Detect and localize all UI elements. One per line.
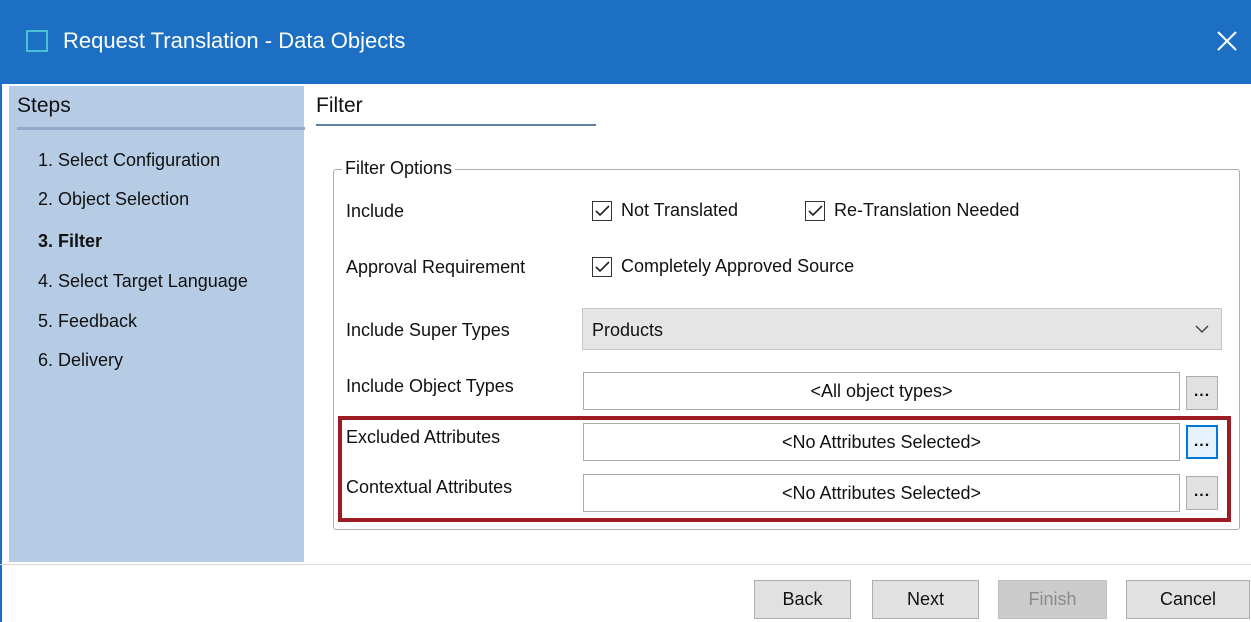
retranslation-needed-checkbox[interactable]: Re-Translation Needed bbox=[805, 200, 1019, 221]
checkmark-icon bbox=[595, 260, 610, 272]
cancel-button[interactable]: Cancel bbox=[1126, 580, 1250, 619]
next-button[interactable]: Next bbox=[872, 580, 979, 619]
step-select-configuration: 1. Select Configuration bbox=[38, 150, 221, 170]
include-super-types-label: Include Super Types bbox=[346, 320, 510, 340]
checkmark-icon bbox=[595, 204, 610, 216]
super-types-value: Products bbox=[592, 320, 664, 340]
chevron-down-icon bbox=[1195, 325, 1209, 334]
footer-divider bbox=[0, 564, 1251, 565]
super-types-dropdown[interactable]: Products bbox=[582, 308, 1222, 350]
step-object-selection: 2. Object Selection bbox=[38, 189, 190, 209]
not-translated-checkbox[interactable]: Not Translated bbox=[592, 200, 738, 221]
checkbox-box bbox=[805, 200, 825, 221]
window-title: Request Translation - Data Objects bbox=[63, 28, 406, 53]
approval-requirement-label: Approval Requirement bbox=[346, 257, 526, 277]
checkbox-box bbox=[592, 200, 612, 221]
title-bar: Request Translation - Data Objects bbox=[0, 0, 1251, 84]
group-title: Filter Options bbox=[342, 158, 456, 179]
steps-panel: Steps 1. Select Configuration 2. Object … bbox=[9, 86, 305, 562]
back-button[interactable]: Back bbox=[754, 580, 851, 619]
title-divider bbox=[316, 124, 596, 126]
retranslation-needed-label: Re-Translation Needed bbox=[834, 200, 1020, 220]
completely-approved-source-label: Completely Approved Source bbox=[621, 256, 855, 276]
step-delivery: 6. Delivery bbox=[38, 350, 124, 370]
ellipsis-icon: ... bbox=[1193, 383, 1211, 400]
checkbox-box bbox=[592, 256, 612, 277]
attributes-highlight-frame bbox=[338, 416, 1231, 522]
finish-button[interactable]: Finish bbox=[998, 580, 1107, 619]
checkmark-icon bbox=[808, 204, 823, 216]
not-translated-label: Not Translated bbox=[621, 200, 739, 220]
window-icon bbox=[26, 30, 48, 52]
step-select-target-language: 4. Select Target Language bbox=[38, 271, 248, 291]
object-types-field[interactable]: <All object types> bbox=[583, 372, 1180, 410]
steps-divider bbox=[17, 127, 305, 130]
step-filter: 3. Filter bbox=[38, 231, 103, 251]
step-feedback: 5. Feedback bbox=[38, 311, 138, 331]
close-button[interactable] bbox=[1212, 22, 1248, 62]
page-title: Filter bbox=[316, 94, 363, 117]
completely-approved-source-checkbox[interactable]: Completely Approved Source bbox=[592, 256, 854, 277]
steps-heading: Steps bbox=[17, 94, 71, 117]
include-label: Include bbox=[346, 201, 405, 221]
object-types-browse-button[interactable]: ... bbox=[1186, 376, 1218, 410]
close-icon bbox=[1217, 31, 1237, 51]
include-object-types-label: Include Object Types bbox=[346, 376, 514, 396]
